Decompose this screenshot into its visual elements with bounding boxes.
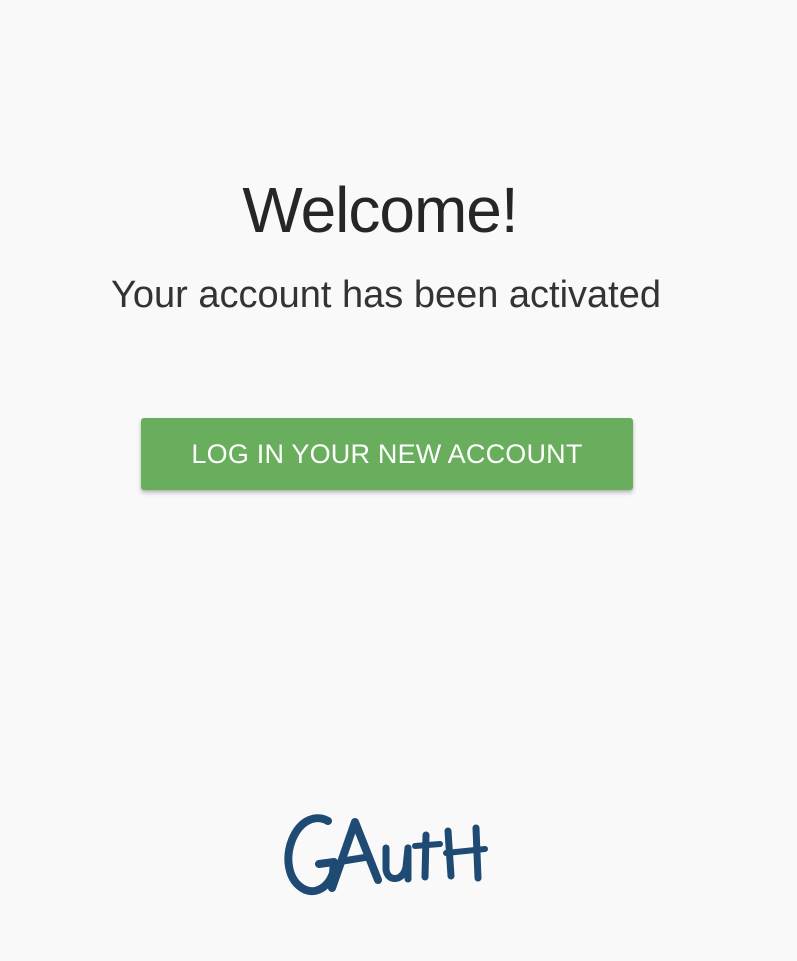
gauth-logo [284,814,488,896]
activation-page: Welcome! Your account has been activated… [0,0,797,961]
login-button-label: LOG IN YOUR NEW ACCOUNT [191,438,583,469]
activation-message: Your account has been activated [111,274,661,316]
login-button[interactable]: LOG IN YOUR NEW ACCOUNT [141,418,633,490]
page-title: Welcome! [242,174,518,246]
